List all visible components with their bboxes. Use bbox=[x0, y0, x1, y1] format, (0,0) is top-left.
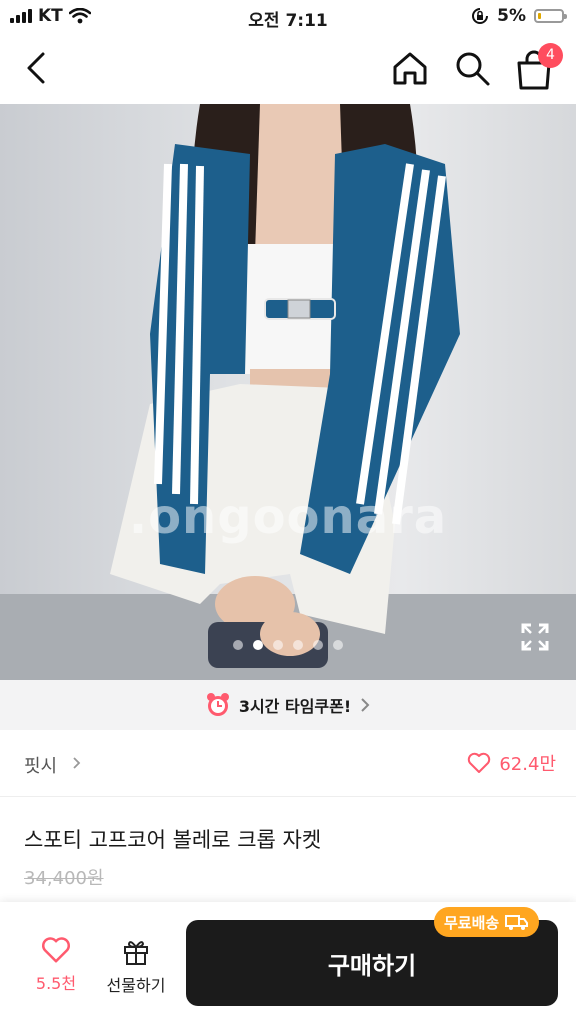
heart-icon bbox=[42, 937, 70, 963]
image-pagination-dots bbox=[0, 640, 576, 650]
store-row: 핏시 62.4만 bbox=[0, 730, 576, 797]
pagination-dot-active[interactable] bbox=[253, 640, 263, 650]
pagination-dot[interactable] bbox=[293, 640, 303, 650]
gift-button[interactable]: 선물하기 bbox=[98, 936, 174, 996]
pagination-dot[interactable] bbox=[273, 640, 283, 650]
product-title: 스포티 고프코어 볼레로 크롭 자켓 bbox=[24, 828, 322, 852]
heart-icon bbox=[468, 752, 491, 773]
free-shipping-badge: 무료배송 bbox=[434, 907, 540, 937]
image-watermark: .ongoonara bbox=[128, 489, 448, 545]
original-price: 34,400원 bbox=[24, 868, 104, 889]
gift-icon bbox=[124, 941, 148, 965]
store-name-link[interactable]: 핏시 bbox=[24, 752, 57, 778]
lock-rotation-icon bbox=[472, 8, 489, 24]
like-count: 5.5천 bbox=[35, 974, 77, 993]
product-photo-illustration bbox=[0, 104, 576, 680]
product-image[interactable]: .ongoonara bbox=[0, 104, 576, 680]
truck-icon bbox=[505, 915, 529, 930]
store-like-button[interactable]: 62.4만 bbox=[467, 750, 556, 776]
battery-percent: 5% bbox=[497, 6, 526, 26]
top-nav-bar bbox=[0, 34, 576, 104]
home-icon[interactable] bbox=[390, 48, 430, 88]
coupon-label: 3시간 타임쿠폰! bbox=[238, 697, 352, 716]
like-button[interactable]: 5.5천 bbox=[22, 936, 90, 994]
store-like-count: 62.4만 bbox=[499, 754, 556, 775]
search-icon[interactable] bbox=[452, 48, 492, 88]
free-shipping-label: 무료배송 bbox=[444, 913, 500, 932]
status-right: 5% bbox=[471, 6, 567, 26]
pagination-dot[interactable] bbox=[333, 640, 343, 650]
gift-label: 선물하기 bbox=[106, 976, 166, 995]
time-coupon-banner[interactable]: 3시간 타임쿠폰! bbox=[0, 680, 576, 730]
back-icon[interactable] bbox=[20, 50, 56, 86]
battery-icon bbox=[534, 9, 567, 23]
chevron-right-icon bbox=[73, 757, 81, 769]
pagination-dot[interactable] bbox=[233, 640, 243, 650]
pagination-dot[interactable] bbox=[313, 640, 323, 650]
chevron-right-icon bbox=[361, 698, 370, 712]
alarm-clock-icon bbox=[206, 693, 229, 716]
cart-count-badge: 4 bbox=[538, 43, 563, 68]
status-bar: KT 오전 7:11 5% bbox=[0, 0, 576, 34]
